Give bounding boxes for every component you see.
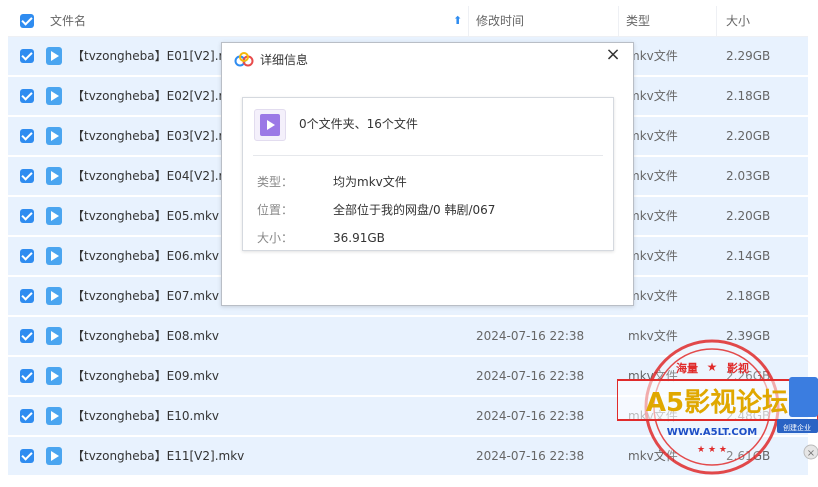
close-icon[interactable]: × bbox=[603, 45, 623, 65]
file-size: 2.03GB bbox=[726, 169, 771, 183]
column-header-type[interactable]: 类型 bbox=[626, 6, 650, 36]
modified-time: 2024-07-16 22:38 bbox=[476, 329, 585, 343]
video-file-icon bbox=[46, 407, 62, 425]
file-type: mkv文件 bbox=[628, 249, 678, 263]
file-size: 2.18GB bbox=[726, 89, 771, 103]
file-size: 2.20GB bbox=[726, 129, 771, 143]
file-size: 2.14GB bbox=[726, 249, 771, 263]
file-name[interactable]: 【tvzongheba】E04[V2].mkv bbox=[72, 157, 244, 195]
file-name[interactable]: 【tvzongheba】E10.mkv bbox=[72, 397, 219, 435]
row-checkbox[interactable] bbox=[20, 49, 34, 63]
file-name[interactable]: 【tvzongheba】E02[V2].mkv bbox=[72, 77, 244, 115]
column-divider bbox=[716, 6, 717, 36]
file-type: mkv文件 bbox=[628, 169, 678, 183]
file-size: 2.61GB bbox=[726, 449, 771, 463]
file-name[interactable]: 【tvzongheba】E07.mkv bbox=[72, 277, 219, 315]
file-type: mkv文件 bbox=[628, 49, 678, 63]
video-file-icon bbox=[46, 287, 62, 305]
file-size: 2.26GB bbox=[726, 369, 771, 383]
table-row[interactable]: 【tvzongheba】E11[V2].mkv 2024-07-16 22:38 m… bbox=[8, 437, 808, 477]
row-checkbox[interactable] bbox=[20, 209, 34, 223]
file-size: 2.20GB bbox=[726, 209, 771, 223]
details-panel: 0个文件夹、16个文件 类型： 均为mkv文件 位置： 全部位于我的网盘/0 韩… bbox=[242, 97, 614, 251]
select-all-checkbox[interactable] bbox=[20, 14, 34, 28]
details-dialog: 详细信息 × 0个文件夹、16个文件 类型： 均为mkv文件 位置： 全部位于我… bbox=[221, 42, 634, 306]
file-size: 2.29GB bbox=[726, 49, 771, 63]
location-value: 全部位于我的网盘/0 韩剧/067 bbox=[333, 203, 496, 217]
file-name[interactable]: 【tvzongheba】E03[V2].mkv bbox=[72, 117, 244, 155]
file-name[interactable]: 【tvzongheba】E09.mkv bbox=[72, 357, 219, 395]
column-divider bbox=[618, 6, 619, 36]
column-header-size[interactable]: 大小 bbox=[726, 6, 750, 36]
sort-ascending-icon[interactable]: ⬆ bbox=[453, 6, 462, 36]
file-name[interactable]: 【tvzongheba】E11[V2].mkv bbox=[72, 437, 244, 475]
table-row[interactable]: 【tvzongheba】E10.mkv 2024-07-16 22:38 mkv文件… bbox=[8, 397, 808, 437]
dialog-header: 详细信息 × bbox=[222, 43, 633, 77]
selection-summary: 0个文件夹、16个文件 bbox=[299, 117, 418, 131]
video-file-icon bbox=[46, 127, 62, 145]
row-checkbox[interactable] bbox=[20, 449, 34, 463]
column-divider bbox=[468, 6, 469, 36]
modified-time: 2024-07-16 22:38 bbox=[476, 369, 585, 383]
column-header-modified-time[interactable]: 修改时间 bbox=[476, 6, 524, 36]
video-file-icon bbox=[46, 367, 62, 385]
video-file-icon bbox=[254, 109, 286, 141]
video-file-icon bbox=[46, 47, 62, 65]
column-header-name[interactable]: 文件名 bbox=[50, 6, 86, 36]
row-checkbox[interactable] bbox=[20, 89, 34, 103]
dialog-title: 详细信息 bbox=[260, 53, 309, 67]
modified-time: 2024-07-16 22:38 bbox=[476, 409, 585, 423]
table-row[interactable]: 【tvzongheba】E08.mkv 2024-07-16 22:38 mkv文件… bbox=[8, 317, 808, 357]
file-type: mkv文件 bbox=[628, 209, 678, 223]
file-type: mkv文件 bbox=[628, 89, 678, 103]
file-name[interactable]: 【tvzongheba】E05.mkv bbox=[72, 197, 219, 235]
file-size: 2.18GB bbox=[726, 289, 771, 303]
file-type: mkv文件 bbox=[628, 289, 678, 303]
file-type: mkv文件 bbox=[628, 369, 678, 383]
row-checkbox[interactable] bbox=[20, 289, 34, 303]
video-file-icon bbox=[46, 207, 62, 225]
video-file-icon bbox=[46, 247, 62, 265]
row-checkbox[interactable] bbox=[20, 249, 34, 263]
location-key: 位置： bbox=[257, 203, 294, 217]
row-checkbox[interactable] bbox=[20, 409, 34, 423]
file-type: mkv文件 bbox=[628, 449, 678, 463]
file-name[interactable]: 【tvzongheba】E08.mkv bbox=[72, 317, 219, 355]
size-key: 大小： bbox=[257, 231, 294, 245]
table-row[interactable]: 【tvzongheba】E09.mkv 2024-07-16 22:38 mkv文件… bbox=[8, 357, 808, 397]
file-size: 2.39GB bbox=[726, 329, 771, 343]
row-checkbox[interactable] bbox=[20, 369, 34, 383]
file-name[interactable]: 【tvzongheba】E06.mkv bbox=[72, 237, 219, 275]
row-checkbox[interactable] bbox=[20, 169, 34, 183]
file-type: mkv文件 bbox=[628, 129, 678, 143]
divider bbox=[253, 155, 603, 156]
file-size: 2.48GB bbox=[726, 409, 771, 423]
video-file-icon bbox=[46, 327, 62, 345]
row-checkbox[interactable] bbox=[20, 329, 34, 343]
type-value: 均为mkv文件 bbox=[333, 175, 407, 189]
size-value: 36.91GB bbox=[333, 231, 385, 245]
list-header: 文件名 ⬆ 修改时间 类型 大小 bbox=[8, 6, 808, 37]
file-name[interactable]: 【tvzongheba】E01[V2].mkv bbox=[72, 37, 244, 75]
row-checkbox[interactable] bbox=[20, 129, 34, 143]
video-file-icon bbox=[46, 447, 62, 465]
baidu-netdisk-logo-icon bbox=[234, 52, 254, 67]
type-key: 类型： bbox=[257, 175, 294, 189]
file-type: mkv文件 bbox=[628, 409, 678, 423]
modified-time: 2024-07-16 22:38 bbox=[476, 449, 585, 463]
video-file-icon bbox=[46, 167, 62, 185]
video-file-icon bbox=[46, 87, 62, 105]
file-type: mkv文件 bbox=[628, 329, 678, 343]
